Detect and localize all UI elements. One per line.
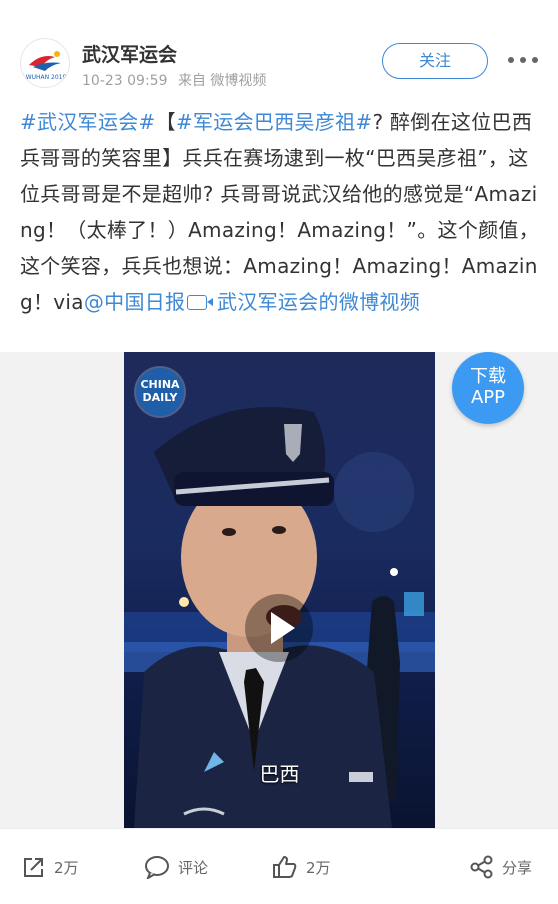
more-options-icon[interactable] <box>506 52 540 68</box>
comment-button[interactable]: 评论 <box>144 853 208 881</box>
download-app-line2: APP <box>470 387 506 408</box>
post-body-text: ? 醉倒在这位巴西兵哥哥的笑容里】兵兵在赛场逮到一枚“巴西吴彦祖”，这位兵哥哥是… <box>20 110 540 314</box>
play-icon[interactable] <box>245 594 313 662</box>
action-bar: 2万 评论 2万 分享 <box>0 828 558 904</box>
comment-label: 评论 <box>178 858 209 877</box>
post-source: 来自 微博视频 <box>177 73 267 89</box>
video-link-label: 武汉军运会的微博视频 <box>217 290 421 314</box>
china-daily-watermark: CHINA DAILY <box>136 368 184 416</box>
post-header: WUHAN 2019 武汉军运会 10-23 09:59 来自 微博视频 关注 <box>0 0 558 100</box>
video-camera-icon <box>187 295 214 310</box>
video-subtitle: 巴西 <box>259 762 300 786</box>
follow-button[interactable]: 关注 <box>382 43 488 79</box>
account-name[interactable]: 武汉军运会 <box>82 40 177 67</box>
repost-count: 2万 <box>54 858 79 877</box>
like-button[interactable]: 2万 <box>272 853 331 881</box>
download-app-line1: 下载 <box>470 366 506 387</box>
svg-text:WUHAN 2019: WUHAN 2019 <box>26 74 67 81</box>
hashtag-brazil-wu-yanzu[interactable]: #军运会巴西吴彦祖# <box>176 110 373 134</box>
share-icon <box>470 855 493 879</box>
avatar[interactable]: WUHAN 2019 <box>20 38 70 88</box>
video-player[interactable] <box>124 352 435 828</box>
bracket-open: 【 <box>155 110 176 134</box>
video-link[interactable]: 武汉军运会的微博视频 <box>185 290 420 314</box>
share-label: 分享 <box>502 858 533 877</box>
comment-icon <box>145 856 169 879</box>
china-daily-watermark-text: CHINA DAILY <box>140 378 180 404</box>
post-meta: 10-23 09:59 来自 微博视频 <box>82 70 272 90</box>
repost-button[interactable]: 2万 <box>22 853 79 881</box>
repost-icon <box>24 858 43 877</box>
hashtag-wuhan-military-games[interactable]: #武汉军运会# <box>20 110 156 134</box>
mention-china-daily[interactable]: @中国日报 <box>84 290 186 314</box>
post-time: 10-23 09:59 <box>82 73 168 89</box>
wuhan-2019-logo-icon: WUHAN 2019 <box>26 51 67 81</box>
post-content: #武汉军运会#【#军运会巴西吴彦祖#? 醉倒在这位巴西兵哥哥的笑容里】兵兵在赛场… <box>20 104 540 320</box>
download-app-button[interactable]: 下载 APP <box>452 352 524 424</box>
like-count: 2万 <box>306 858 331 877</box>
share-button[interactable]: 分享 <box>470 853 532 881</box>
video-frame-illustration <box>124 407 435 828</box>
thumbs-up-icon <box>273 856 297 878</box>
